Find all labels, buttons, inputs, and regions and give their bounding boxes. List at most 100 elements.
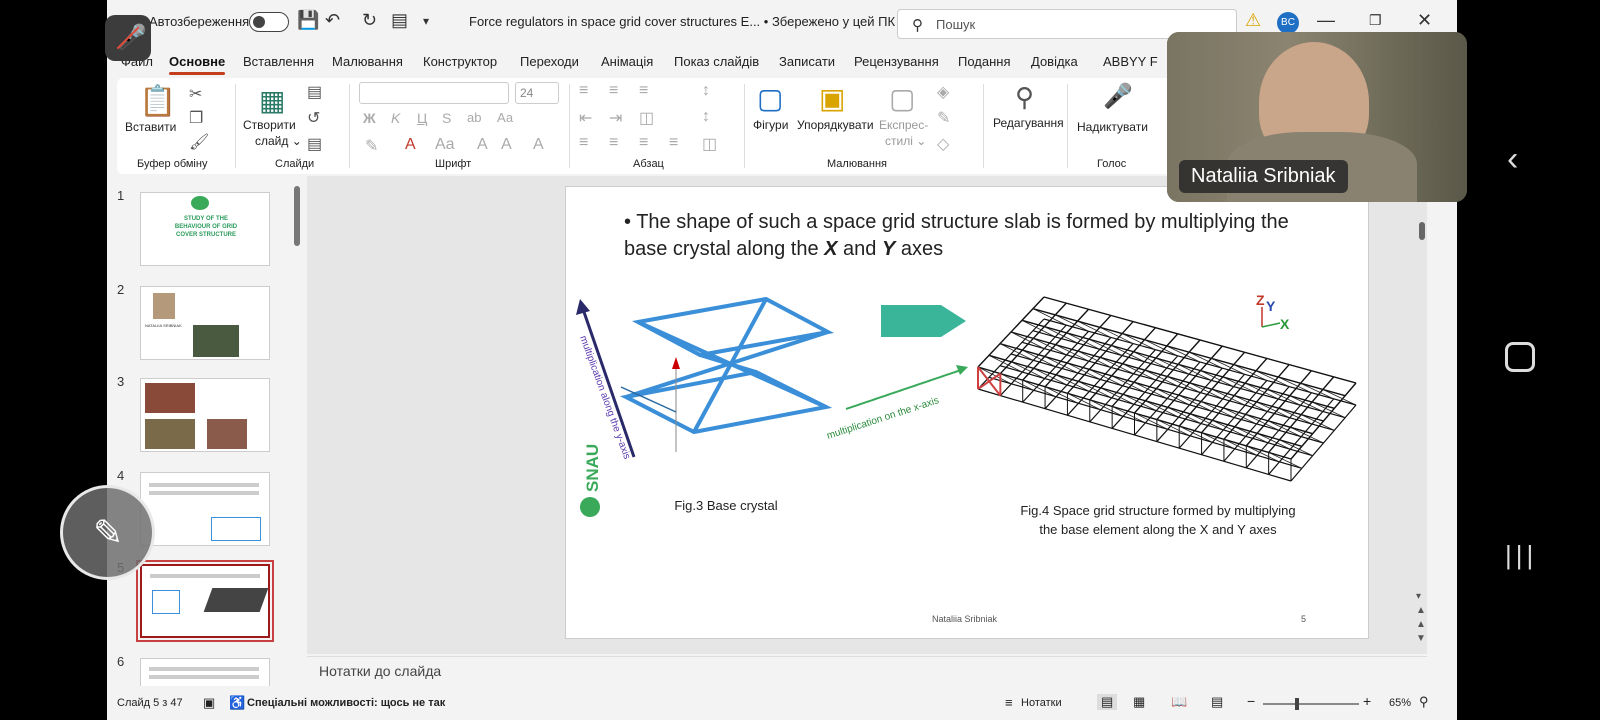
tab-insert[interactable]: Вставлення (243, 54, 314, 69)
new-slide-icon[interactable]: ▦ (259, 84, 285, 117)
zoom-in-icon[interactable]: + (1363, 693, 1371, 709)
format-painter-icon[interactable]: 🖌 (189, 132, 209, 152)
underline-icon[interactable]: Ц (417, 110, 427, 126)
increase-indent-icon[interactable]: ⇥ (609, 108, 622, 128)
zoom-level[interactable]: 65% (1389, 697, 1411, 709)
annotate-pen-button[interactable]: ✎ (60, 485, 155, 580)
shape-outline-icon[interactable]: ✎ (937, 108, 950, 128)
new-slide-button[interactable]: Створити (243, 118, 296, 132)
shapes-button[interactable]: Фігури (753, 118, 788, 132)
new-slide-dropdown[interactable]: слайд ⌄ (255, 134, 302, 148)
spellcheck-icon[interactable]: ▣ (203, 695, 215, 711)
font-family-select[interactable] (359, 82, 509, 104)
quick-styles-button[interactable]: Експрес- (879, 118, 928, 132)
tab-animations[interactable]: Анімація (601, 54, 653, 69)
align-text-icon[interactable]: ↕ (702, 108, 710, 126)
tab-draw[interactable]: Малювання (332, 54, 403, 69)
dictate-button[interactable]: Надиктувати (1077, 120, 1148, 134)
text-direction-icon[interactable]: ↕ (702, 82, 710, 100)
tab-design[interactable]: Конструктор (423, 54, 497, 69)
tab-review[interactable]: Рецензування (854, 54, 939, 69)
layout-icon[interactable]: ▤ (307, 82, 322, 102)
copy-icon[interactable]: ❐ (189, 108, 203, 128)
editing-button[interactable]: Редагування (993, 116, 1064, 130)
thumbnail-scrollbar[interactable] (294, 186, 300, 246)
slide-thumbnail-3[interactable] (140, 378, 270, 452)
slide-nav-arrows[interactable]: ▾ ▲ ▲ ▼ (1416, 590, 1426, 646)
restore-icon[interactable]: ❐ (1369, 12, 1382, 29)
mic-muted-button[interactable]: 🎤 (105, 15, 151, 61)
minimize-icon[interactable]: — (1317, 10, 1335, 31)
sorter-view-icon[interactable]: ▦ (1133, 694, 1145, 710)
avatar[interactable]: BC (1277, 12, 1299, 34)
recents-icon[interactable]: ||| (1505, 540, 1537, 571)
find-icon[interactable]: ⚲ (1015, 82, 1034, 113)
align-right-icon[interactable]: ≡ (639, 134, 648, 152)
cut-icon[interactable]: ✂ (189, 84, 202, 104)
warning-icon[interactable]: ⚠ (1245, 10, 1261, 31)
tab-slideshow[interactable]: Показ слайдів (674, 54, 759, 69)
participant-video[interactable]: Nataliia Sribniak (1167, 32, 1467, 202)
tab-home[interactable]: Основне (169, 54, 226, 75)
shrink-font-icon[interactable]: A (501, 136, 512, 154)
case-icon[interactable]: Аа (497, 110, 513, 125)
decrease-indent-icon[interactable]: ⇤ (579, 108, 592, 128)
clear-format-icon[interactable]: A (533, 136, 544, 154)
section-icon[interactable]: ▤ (307, 134, 322, 154)
current-slide[interactable]: • The shape of such a space grid structu… (565, 186, 1369, 639)
autosave-toggle[interactable] (249, 12, 289, 32)
undo-icon[interactable]: ↶ (325, 10, 340, 31)
align-center-icon[interactable]: ≡ (609, 134, 618, 152)
tab-help[interactable]: Довідка (1031, 54, 1078, 69)
present-icon[interactable]: ▤ (391, 10, 408, 31)
highlight-icon[interactable]: ✎ (365, 136, 378, 156)
paste-button[interactable]: Вставити (125, 120, 176, 134)
shape-effects-icon[interactable]: ◇ (937, 134, 949, 154)
font-size-select[interactable]: 24 (515, 82, 559, 104)
normal-view-icon[interactable]: ▤ (1097, 694, 1118, 710)
align-left-icon[interactable]: ≡ (579, 134, 588, 152)
quick-styles-dropdown[interactable]: стилі ⌄ (885, 134, 926, 148)
notes-button[interactable]: Нотатки (1021, 697, 1062, 709)
slide-thumbnail-4[interactable] (140, 472, 270, 546)
shape-fill-icon[interactable]: ◈ (937, 82, 949, 102)
justify-icon[interactable]: ≡ (669, 134, 678, 152)
back-icon[interactable]: ‹ (1507, 140, 1518, 179)
slide-thumbnail-1[interactable]: STUDY OF THE BEHAVIOUR OF GRID COVER STR… (140, 192, 270, 266)
tab-transitions[interactable]: Переходи (520, 54, 579, 69)
redo-icon[interactable]: ↻ (362, 10, 377, 31)
paste-icon[interactable]: 📋 (139, 84, 176, 119)
reset-icon[interactable]: ↺ (307, 108, 320, 128)
columns-icon[interactable]: ◫ (639, 108, 654, 128)
arrange-icon[interactable]: ▣ (819, 82, 845, 115)
customize-toolbar-icon[interactable]: ▾ (423, 14, 429, 28)
spacing-icon[interactable]: ab (467, 110, 481, 125)
zoom-slider[interactable] (1263, 703, 1359, 705)
notes-icon[interactable]: ≡ (1005, 695, 1013, 710)
close-icon[interactable]: ✕ (1417, 10, 1432, 31)
zoom-slider-thumb[interactable] (1295, 698, 1299, 710)
save-icon[interactable]: 💾 (297, 10, 319, 31)
editor-scrollbar[interactable] (1419, 222, 1425, 240)
line-spacing-icon[interactable]: ≡ (639, 82, 648, 100)
numbering-icon[interactable]: ≡ (609, 82, 618, 100)
reading-view-icon[interactable]: 📖 (1171, 694, 1187, 710)
bold-icon[interactable]: Ж (363, 110, 376, 126)
home-icon[interactable] (1505, 342, 1535, 372)
accessibility-status[interactable]: Спеціальні можливості: щось не так (247, 697, 445, 709)
smartart-icon[interactable]: ◫ (702, 134, 717, 154)
arrange-button[interactable]: Упорядкувати (797, 118, 874, 132)
fit-slide-icon[interactable]: ⚲ (1419, 694, 1429, 710)
tab-view[interactable]: Подання (958, 54, 1011, 69)
slideshow-view-icon[interactable]: ▤ (1211, 694, 1223, 710)
quick-styles-icon[interactable]: ▢ (889, 82, 915, 115)
microphone-icon[interactable]: 🎤 (1103, 82, 1133, 111)
change-case-icon[interactable]: Aa (435, 136, 455, 154)
accessibility-icon[interactable]: ♿ (229, 695, 245, 711)
notes-pane[interactable]: Нотатки до слайда (307, 656, 1427, 684)
italic-icon[interactable]: K (391, 110, 400, 126)
strikethrough-icon[interactable]: S (442, 110, 451, 126)
zoom-out-icon[interactable]: − (1247, 693, 1255, 709)
slide-thumbnail-5[interactable] (136, 560, 274, 642)
shapes-icon[interactable]: ▢ (757, 82, 783, 115)
